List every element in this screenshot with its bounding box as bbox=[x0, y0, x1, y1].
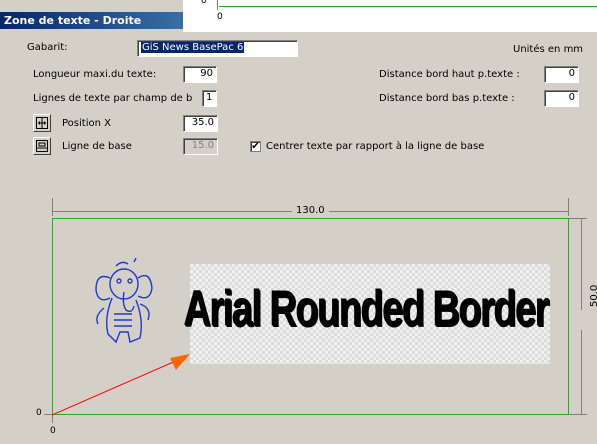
dist-bas-field[interactable]: 0 bbox=[544, 90, 579, 107]
top-preview-frame-edge bbox=[219, 0, 597, 7]
dim-tick-left bbox=[52, 198, 53, 216]
longueur-label: Longueur maxi.du texte: bbox=[33, 69, 157, 80]
ligne-base-button[interactable] bbox=[33, 137, 51, 155]
panel-title: Zone de texte - Droite bbox=[0, 12, 183, 29]
preview-area: 130.0 50.0 0 0 Arial Rounded Border bbox=[0, 190, 597, 444]
dist-haut-field[interactable]: 0 bbox=[544, 66, 579, 83]
top-ruler-origin: 0 bbox=[217, 12, 223, 22]
dim-tick-top bbox=[569, 218, 587, 219]
top-ruler-tick: 0 bbox=[201, 0, 207, 6]
ligne-base-field: 15.0 bbox=[183, 138, 218, 155]
dim-tick-right bbox=[568, 198, 569, 216]
origin-y-label: 0 bbox=[36, 408, 42, 418]
position-x-label: Position X bbox=[62, 118, 111, 129]
dist-bas-label: Distance bord bas p.texte : bbox=[379, 93, 515, 104]
centrer-checkbox[interactable]: ✔ bbox=[250, 141, 261, 152]
lignes-label: Lignes de texte par champ de b bbox=[33, 93, 193, 104]
origin-x-label: 0 bbox=[50, 426, 56, 436]
position-x-button[interactable] bbox=[33, 114, 51, 132]
height-dimension-label: 50.0 bbox=[589, 284, 597, 307]
gabarit-label: Gabarit: bbox=[27, 42, 68, 53]
origin-y-tick bbox=[44, 414, 52, 415]
gabarit-value: GiS News BasePac 6 bbox=[141, 42, 245, 53]
baseline-arrow-icon bbox=[52, 354, 190, 416]
elephant-logo-icon bbox=[95, 258, 153, 344]
ligne-base-label: Ligne de base bbox=[62, 141, 132, 152]
position-x-icon bbox=[36, 117, 48, 129]
longueur-field[interactable]: 90 bbox=[183, 66, 217, 83]
units-label: Unités en mm bbox=[513, 44, 584, 55]
width-dimension-label: 130.0 bbox=[292, 205, 329, 216]
top-preview-strip: 0 0 bbox=[183, 0, 597, 32]
position-x-field[interactable]: 35.0 bbox=[183, 115, 218, 132]
dist-haut-label: Distance bord haut p.texte : bbox=[379, 69, 520, 80]
top-ruler-line bbox=[217, 0, 218, 10]
dim-tick-bottom bbox=[569, 414, 587, 415]
gabarit-field[interactable]: GiS News BasePac 6 bbox=[137, 40, 298, 57]
baseline-icon bbox=[36, 140, 48, 152]
centrer-label: Centrer texte par rapport à la ligne de … bbox=[266, 141, 485, 152]
height-label-bg bbox=[572, 310, 592, 330]
lignes-field[interactable]: 1 bbox=[202, 90, 217, 107]
sample-text: Arial Rounded Border bbox=[184, 281, 550, 337]
